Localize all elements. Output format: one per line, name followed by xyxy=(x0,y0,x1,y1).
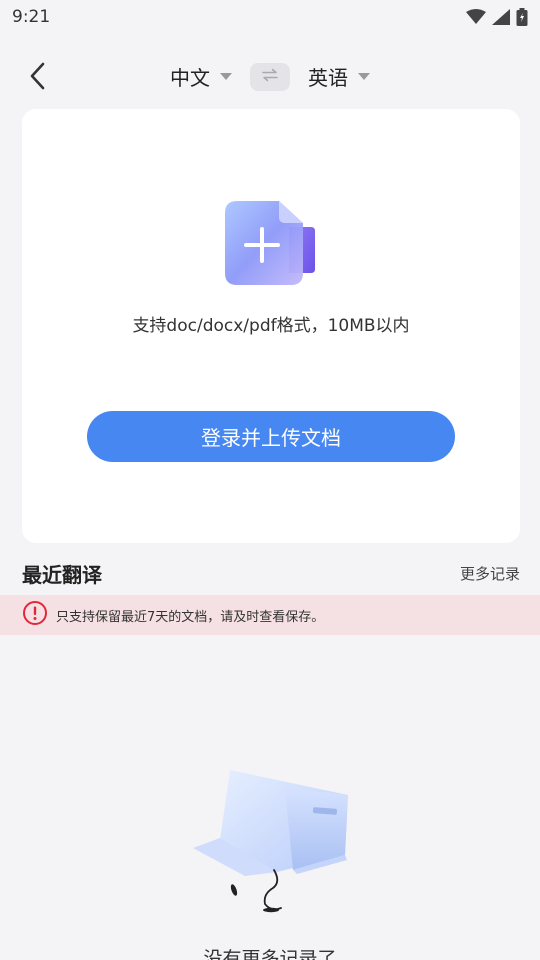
empty-state-text: 没有更多记录了 xyxy=(203,948,337,960)
empty-box-illustration xyxy=(185,760,355,920)
status-bar: 9:21 xyxy=(0,0,540,34)
notice-text: 只支持保留最近7天的文档，请及时查看保存。 xyxy=(56,609,325,625)
format-hint: 支持doc/docx/pdf格式，10MB以内 xyxy=(132,316,410,336)
swap-arrows-icon xyxy=(261,67,279,86)
upload-card: 支持doc/docx/pdf格式，10MB以内 登录并上传文档 xyxy=(22,109,520,543)
target-language-select[interactable]: 英语 xyxy=(308,62,370,91)
recent-title: 最近翻译 xyxy=(22,562,102,587)
battery-icon xyxy=(516,8,528,26)
status-time: 9:21 xyxy=(12,7,51,27)
top-bar: 中文 英语 xyxy=(0,50,540,104)
signal-icon xyxy=(492,9,510,25)
login-upload-button[interactable]: 登录并上传文档 xyxy=(87,411,455,462)
target-language-label: 英语 xyxy=(308,66,348,90)
exclamation-circle-icon xyxy=(22,600,48,630)
language-selector: 中文 英语 xyxy=(0,62,540,91)
source-language-select[interactable]: 中文 xyxy=(170,62,232,91)
more-records-link[interactable]: 更多记录 xyxy=(460,563,520,584)
document-add-icon[interactable] xyxy=(225,201,317,291)
wifi-icon xyxy=(466,9,486,25)
recent-header: 最近翻译 更多记录 xyxy=(22,558,520,588)
source-language-label: 中文 xyxy=(170,66,210,90)
caret-down-icon xyxy=(220,73,232,80)
swap-language-button[interactable] xyxy=(250,62,290,91)
retention-notice: 只支持保留最近7天的文档，请及时查看保存。 xyxy=(0,595,540,635)
status-icons xyxy=(466,8,528,26)
caret-down-icon xyxy=(358,73,370,80)
